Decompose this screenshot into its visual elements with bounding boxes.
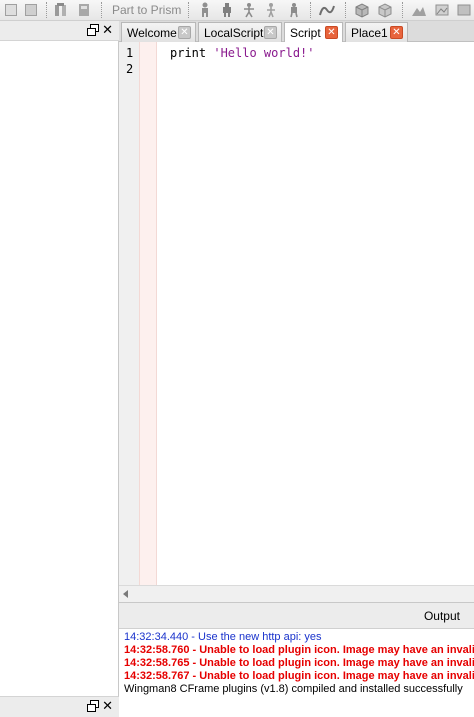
- dock-icon[interactable]: [87, 24, 99, 36]
- line-number: 2: [126, 62, 134, 76]
- document-tabs: Welcome ✕ LocalScript ✕ Script ✕ Place1 …: [119, 21, 474, 43]
- rig-icon[interactable]: [285, 1, 303, 19]
- toolbar-separator: [310, 2, 311, 18]
- output-log[interactable]: 14:32:34.440 - Use the new http api: yes…: [119, 629, 474, 717]
- tab-label: Welcome: [127, 25, 177, 40]
- figure-icon[interactable]: [196, 1, 214, 19]
- plugin-icon[interactable]: [75, 1, 93, 19]
- log-line: 14:32:58.765 - Unable to load plugin ico…: [124, 657, 474, 669]
- toolbar-separator: [402, 2, 403, 18]
- log-line: Wingman8 CFrame plugins (v1.8) compiled …: [124, 683, 463, 695]
- output-title: Output: [423, 609, 460, 623]
- close-icon[interactable]: ✕: [102, 699, 113, 713]
- output-panel-header: Output: [119, 602, 474, 629]
- curve-icon[interactable]: [318, 1, 336, 19]
- log-line: 14:32:34.440 - Use the new http api: yes: [124, 631, 322, 643]
- rig-icon[interactable]: [240, 1, 258, 19]
- close-icon[interactable]: ✕: [390, 26, 403, 39]
- tab-localscript[interactable]: LocalScript ✕: [198, 22, 282, 42]
- fold-margin: [139, 42, 157, 585]
- tab-welcome[interactable]: Welcome ✕: [121, 22, 196, 42]
- properties-panel-header-bar: ✕: [0, 697, 119, 717]
- terrain-icon[interactable]: [410, 1, 428, 19]
- toolbar-separator: [345, 2, 346, 18]
- toolbar-separator: [101, 2, 102, 18]
- close-icon[interactable]: ✕: [178, 26, 191, 39]
- tab-label: Script: [290, 26, 321, 40]
- plugin-icon[interactable]: [52, 1, 70, 19]
- properties-panel-header: ✕: [0, 696, 119, 717]
- close-icon[interactable]: ✕: [102, 23, 113, 37]
- brick-icon[interactable]: [376, 1, 394, 19]
- log-line: 14:32:58.767 - Unable to load plugin ico…: [124, 670, 474, 682]
- explorer-panel-header: ✕: [0, 21, 119, 41]
- brick-icon[interactable]: [353, 1, 371, 19]
- terrain-icon[interactable]: [455, 1, 473, 19]
- tab-label: LocalScript: [204, 25, 264, 40]
- log-line: 14:32:58.760 - Unable to load plugin ico…: [124, 644, 474, 656]
- line-number: 1: [126, 46, 134, 60]
- tab-label: Place1: [351, 25, 388, 40]
- toolbar-separator: [46, 2, 47, 18]
- rig-icon[interactable]: [262, 1, 280, 19]
- box-icon[interactable]: [22, 1, 40, 19]
- code-keyword: print: [170, 46, 207, 60]
- code-line[interactable]: print 'Hello world!': [170, 46, 315, 60]
- part-to-prism-button[interactable]: Part to Prism: [108, 1, 185, 19]
- toolbar: Part to Prism: [0, 0, 474, 21]
- horizontal-scrollbar[interactable]: [119, 585, 474, 602]
- tab-place1[interactable]: Place1 ✕: [345, 22, 408, 42]
- toolbar-separator: [188, 2, 189, 18]
- script-editor[interactable]: 1 2 print 'Hello world!': [119, 42, 474, 585]
- explorer-panel: ✕: [0, 21, 119, 696]
- close-icon[interactable]: ✕: [325, 26, 338, 39]
- code-string: 'Hello world!': [213, 46, 315, 60]
- terrain-icon[interactable]: [433, 1, 451, 19]
- box-icon[interactable]: [2, 1, 20, 19]
- dock-icon[interactable]: [87, 700, 99, 712]
- figure-icon[interactable]: [218, 1, 236, 19]
- line-number-gutter: 1 2: [119, 42, 139, 585]
- tab-script[interactable]: Script ✕: [284, 22, 343, 43]
- close-icon[interactable]: ✕: [264, 26, 277, 39]
- part-to-prism-label: Part to Prism: [112, 3, 182, 17]
- scroll-left-icon[interactable]: [123, 590, 128, 598]
